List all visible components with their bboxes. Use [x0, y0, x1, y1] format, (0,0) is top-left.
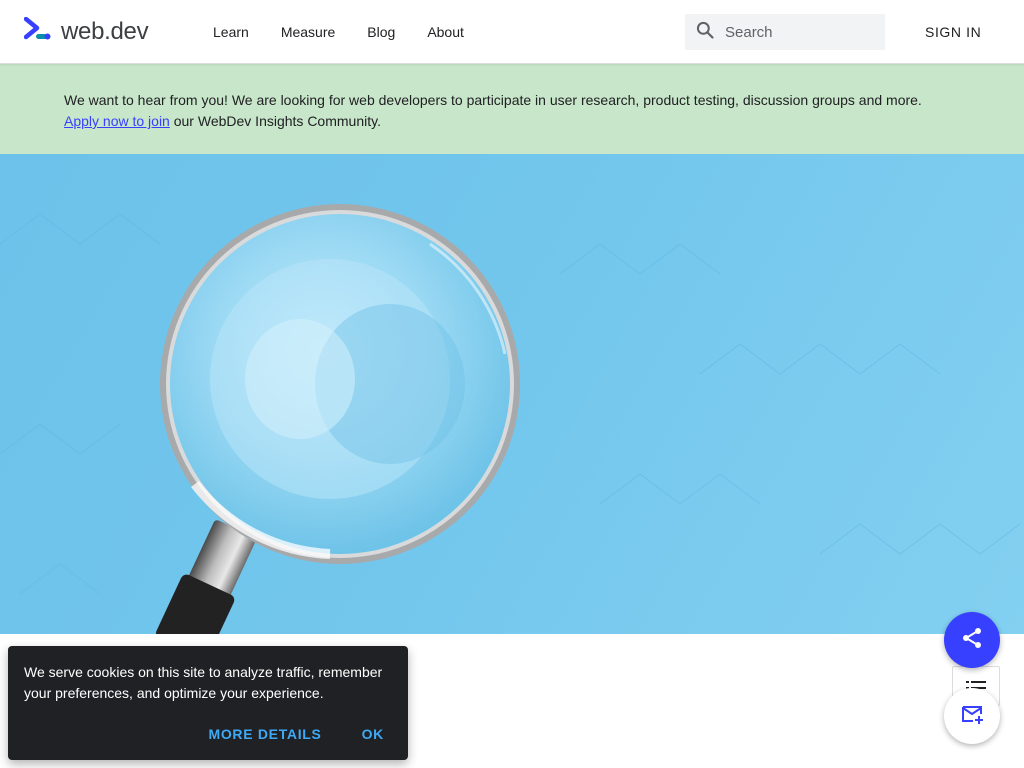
search-icon — [685, 20, 715, 45]
magnifying-glass-illustration — [0, 204, 1021, 634]
apply-link[interactable]: Apply now to join — [64, 113, 170, 129]
nav-measure[interactable]: Measure — [281, 24, 335, 40]
main-nav: Learn Measure Blog About — [213, 24, 496, 40]
cookie-actions: MORE DETAILS OK — [168, 726, 384, 742]
banner-text: We want to hear from you! We are looking… — [64, 92, 922, 108]
research-banner: We want to hear from you! We are looking… — [0, 64, 1024, 154]
webdev-logo-icon — [23, 16, 52, 46]
share-icon — [960, 626, 984, 655]
search-box[interactable] — [685, 14, 885, 50]
hero-image — [0, 154, 1024, 634]
nav-blog[interactable]: Blog — [367, 24, 395, 40]
logo-link[interactable]: web.dev — [23, 16, 149, 46]
subscribe-mail-icon — [960, 702, 984, 731]
subscribe-button[interactable] — [944, 688, 1000, 744]
site-header: web.dev Learn Measure Blog About SIGN IN — [0, 0, 1024, 64]
ok-button[interactable]: OK — [362, 726, 384, 742]
nav-learn[interactable]: Learn — [213, 24, 249, 40]
more-details-button[interactable]: MORE DETAILS — [208, 726, 321, 742]
logo-text: web.dev — [61, 17, 149, 45]
cookie-text: We serve cookies on this site to analyze… — [24, 664, 383, 701]
search-input[interactable] — [725, 23, 875, 41]
share-button[interactable] — [944, 612, 1000, 668]
sign-in-button[interactable]: SIGN IN — [925, 24, 981, 40]
cookie-notice: We serve cookies on this site to analyze… — [8, 646, 408, 760]
nav-about[interactable]: About — [427, 24, 464, 40]
banner-text-after: our WebDev Insights Community. — [169, 113, 381, 129]
